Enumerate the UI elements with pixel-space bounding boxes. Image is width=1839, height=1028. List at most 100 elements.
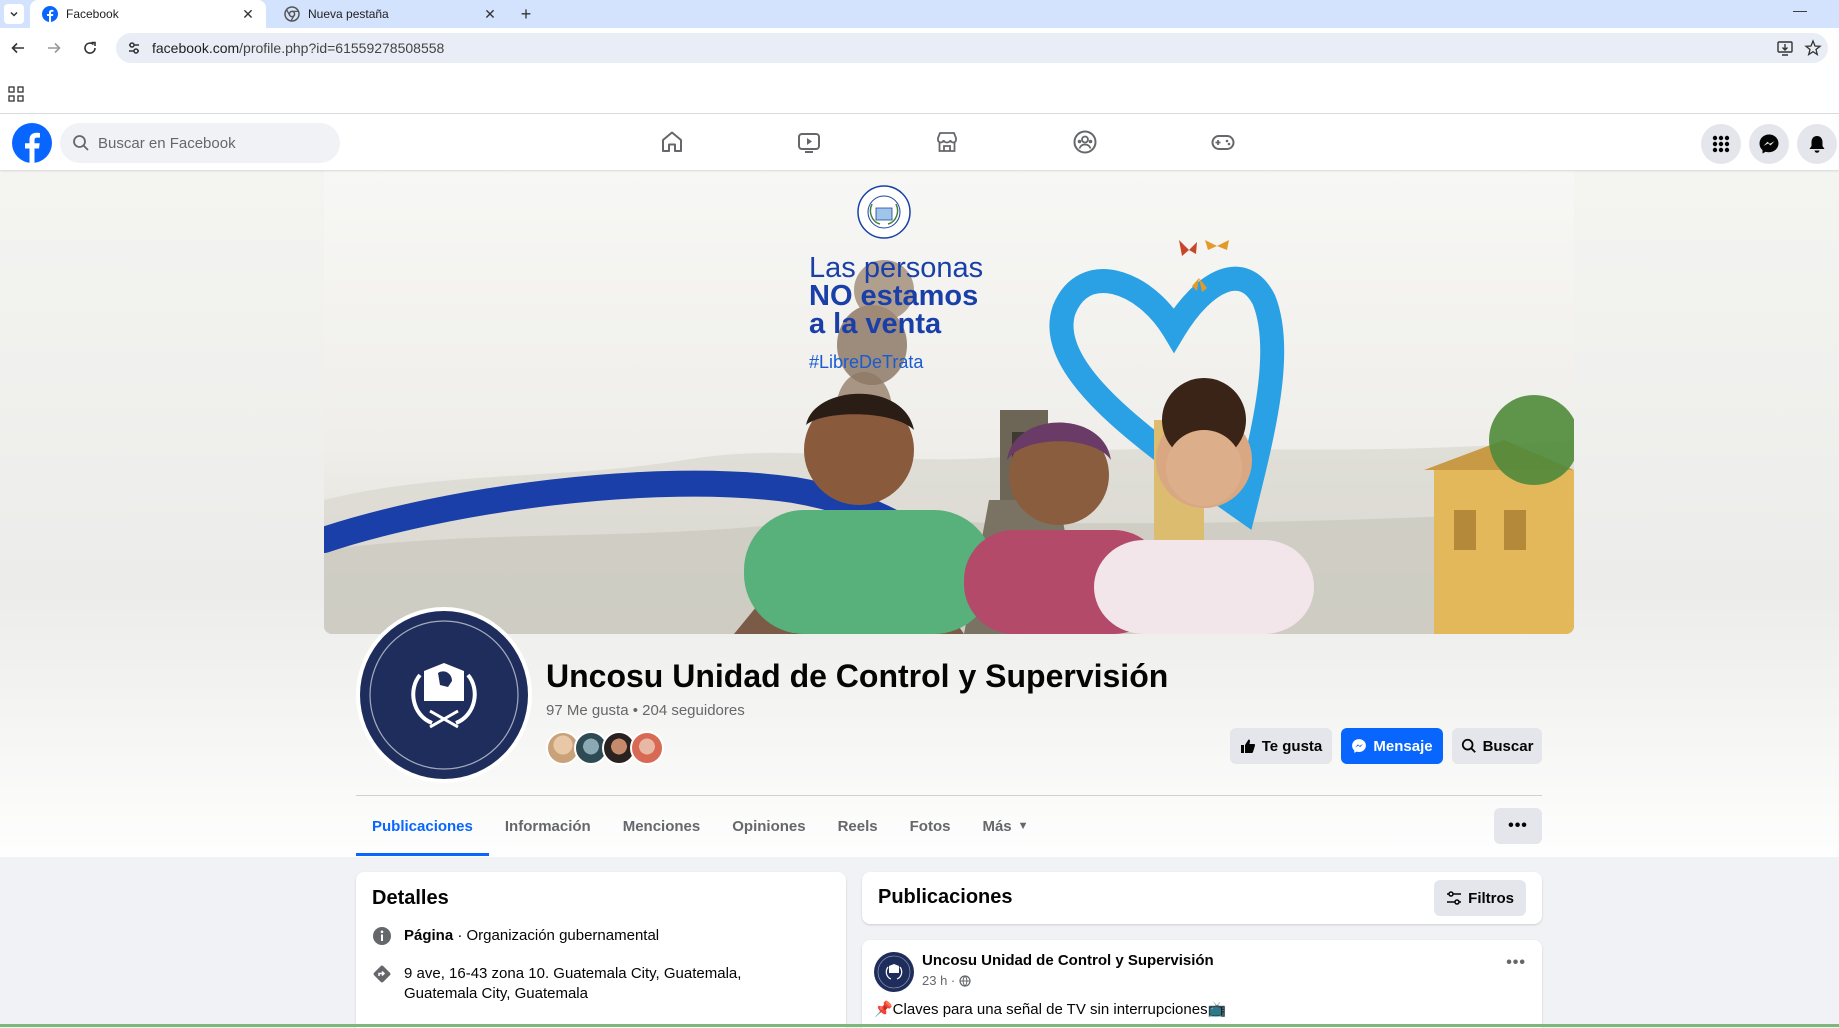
gaming-icon bbox=[1211, 135, 1235, 150]
close-tab-icon[interactable]: ✕ bbox=[240, 6, 256, 22]
minimize-icon[interactable]: — bbox=[1790, 2, 1810, 22]
details-card: Detalles Página · Organización gubername… bbox=[356, 872, 846, 1028]
ellipsis-icon: ••• bbox=[1508, 817, 1528, 834]
bookmark-star-icon[interactable] bbox=[1804, 39, 1822, 57]
menu-grid-icon bbox=[1712, 135, 1730, 153]
back-icon[interactable] bbox=[6, 36, 30, 60]
browser-tab-strip: Facebook ✕ Nueva pestaña ✕ + — bbox=[0, 0, 1839, 28]
tab-reels[interactable]: Reels bbox=[822, 796, 894, 856]
message-button[interactable]: Mensaje bbox=[1341, 728, 1443, 764]
like-page-button[interactable]: Te gusta bbox=[1230, 728, 1332, 764]
page-title: Uncosu Unidad de Control y Supervisión bbox=[546, 658, 1169, 694]
messenger-button[interactable] bbox=[1749, 124, 1789, 164]
post-author-name[interactable]: Uncosu Unidad de Control y Supervisión bbox=[922, 952, 1214, 969]
tab-mas-label: Más bbox=[982, 817, 1012, 835]
post-options-icon[interactable]: ••• bbox=[1506, 954, 1526, 972]
cover-slogan: Las personas NO estamos a la venta #Libr… bbox=[809, 254, 983, 376]
directions-icon bbox=[373, 965, 391, 983]
posts-title: Publicaciones bbox=[878, 886, 1013, 908]
chrome-favicon bbox=[284, 6, 300, 22]
url-path: /profile.php?id=61559278508558 bbox=[239, 40, 445, 56]
cover-slogan-line1: Las personas bbox=[809, 252, 984, 284]
cover-slogan-line2: NO estamos bbox=[809, 280, 979, 312]
home-icon bbox=[662, 131, 682, 152]
notifications-button[interactable] bbox=[1797, 124, 1837, 164]
post-meta: 23 h · bbox=[922, 973, 971, 988]
nav-gaming[interactable] bbox=[1168, 122, 1278, 162]
tab-new-tab[interactable]: Nueva pestaña ✕ bbox=[272, 0, 508, 28]
tab-mas[interactable]: Más ▼ bbox=[966, 796, 1044, 856]
category-label: Página bbox=[404, 927, 454, 944]
profile-avatar[interactable] bbox=[356, 607, 532, 783]
install-app-icon[interactable] bbox=[1776, 39, 1794, 57]
globe-icon bbox=[959, 974, 971, 987]
bookmarks-bar bbox=[0, 68, 1839, 114]
guatemala-seal-icon bbox=[360, 611, 528, 779]
messenger-icon bbox=[1759, 134, 1779, 154]
post-author-avatar[interactable] bbox=[874, 952, 914, 992]
post-time[interactable]: 23 h · bbox=[922, 973, 955, 988]
tab-title: Facebook bbox=[66, 7, 119, 21]
search-icon bbox=[1461, 738, 1476, 753]
search-label: Buscar bbox=[1482, 737, 1534, 755]
page-content: Las personas NO estamos a la venta #Libr… bbox=[0, 170, 1839, 1028]
tab-opiniones[interactable]: Opiniones bbox=[716, 796, 821, 856]
cover-slogan-line3: a la venta bbox=[809, 308, 942, 340]
profile-tabs: Publicaciones Información Menciones Opin… bbox=[356, 796, 1045, 856]
page-stats[interactable]: 97 Me gusta • 204 seguidores bbox=[546, 702, 745, 719]
facebook-favicon bbox=[42, 6, 58, 22]
nav-home[interactable] bbox=[617, 122, 727, 162]
apps-grid-icon[interactable] bbox=[8, 86, 24, 102]
cover-artwork bbox=[324, 170, 1574, 634]
tab-fotos[interactable]: Fotos bbox=[894, 796, 967, 856]
search-icon bbox=[73, 135, 89, 151]
tab-facebook[interactable]: Facebook ✕ bbox=[30, 0, 266, 28]
url-text: facebook.com/profile.php?id=615592785085… bbox=[152, 40, 444, 56]
page-search-button[interactable]: Buscar bbox=[1452, 728, 1542, 764]
forward-icon[interactable] bbox=[42, 36, 66, 60]
filter-sliders-icon bbox=[1447, 891, 1462, 905]
new-tab-icon[interactable]: + bbox=[516, 4, 536, 24]
messenger-icon bbox=[1352, 739, 1367, 753]
tab-publicaciones[interactable]: Publicaciones bbox=[356, 796, 489, 856]
follower-avatars[interactable] bbox=[546, 731, 664, 765]
info-icon bbox=[373, 927, 391, 945]
tab-search-dropdown-icon[interactable] bbox=[4, 4, 24, 24]
facebook-search-box[interactable] bbox=[60, 123, 340, 163]
filters-label: Filtros bbox=[1468, 889, 1514, 907]
window-bottom-edge bbox=[0, 1024, 1839, 1027]
address-bar[interactable]: facebook.com/profile.php?id=615592785085… bbox=[116, 33, 1828, 63]
menu-button[interactable] bbox=[1701, 124, 1741, 164]
nav-groups[interactable] bbox=[1030, 122, 1140, 162]
cover-hashtag: #LibreDeTrata bbox=[809, 352, 924, 372]
tab-menciones[interactable]: Menciones bbox=[607, 796, 717, 856]
video-icon bbox=[798, 133, 820, 153]
facebook-search-input[interactable] bbox=[98, 134, 318, 152]
avatar[interactable] bbox=[630, 731, 664, 765]
address-text: 9 ave, 16-43 zona 10. Guatemala City, Gu… bbox=[404, 965, 742, 1002]
tab-title: Nueva pestaña bbox=[308, 7, 389, 21]
close-tab-icon[interactable]: ✕ bbox=[482, 6, 498, 22]
tab-informacion[interactable]: Información bbox=[489, 796, 607, 856]
reload-icon[interactable] bbox=[78, 36, 102, 60]
site-settings-icon[interactable] bbox=[126, 40, 142, 56]
marketplace-icon bbox=[937, 132, 957, 152]
thumbs-up-icon bbox=[1240, 739, 1255, 753]
nav-marketplace[interactable] bbox=[892, 122, 1002, 162]
nav-video[interactable] bbox=[754, 122, 864, 162]
details-address: 9 ave, 16-43 zona 10. Guatemala City, Gu… bbox=[372, 964, 812, 1004]
url-host: facebook.com bbox=[152, 40, 240, 56]
details-category: Página · Organización gubernamental bbox=[372, 926, 659, 946]
filters-button[interactable]: Filtros bbox=[1434, 880, 1526, 916]
facebook-logo-icon[interactable] bbox=[12, 123, 52, 163]
groups-icon bbox=[1073, 130, 1097, 154]
message-label: Mensaje bbox=[1373, 737, 1433, 755]
notifications-icon bbox=[1809, 136, 1825, 153]
posts-header-card: Publicaciones Filtros bbox=[862, 872, 1542, 924]
cover-seal bbox=[857, 185, 911, 239]
cover-photo[interactable]: Las personas NO estamos a la venta #Libr… bbox=[324, 170, 1574, 634]
more-options-button[interactable]: ••• bbox=[1494, 808, 1542, 844]
caret-down-icon: ▼ bbox=[1017, 820, 1029, 832]
category-value: · Organización gubernamental bbox=[453, 927, 660, 944]
post-card: Uncosu Unidad de Control y Supervisión 2… bbox=[862, 940, 1542, 1028]
